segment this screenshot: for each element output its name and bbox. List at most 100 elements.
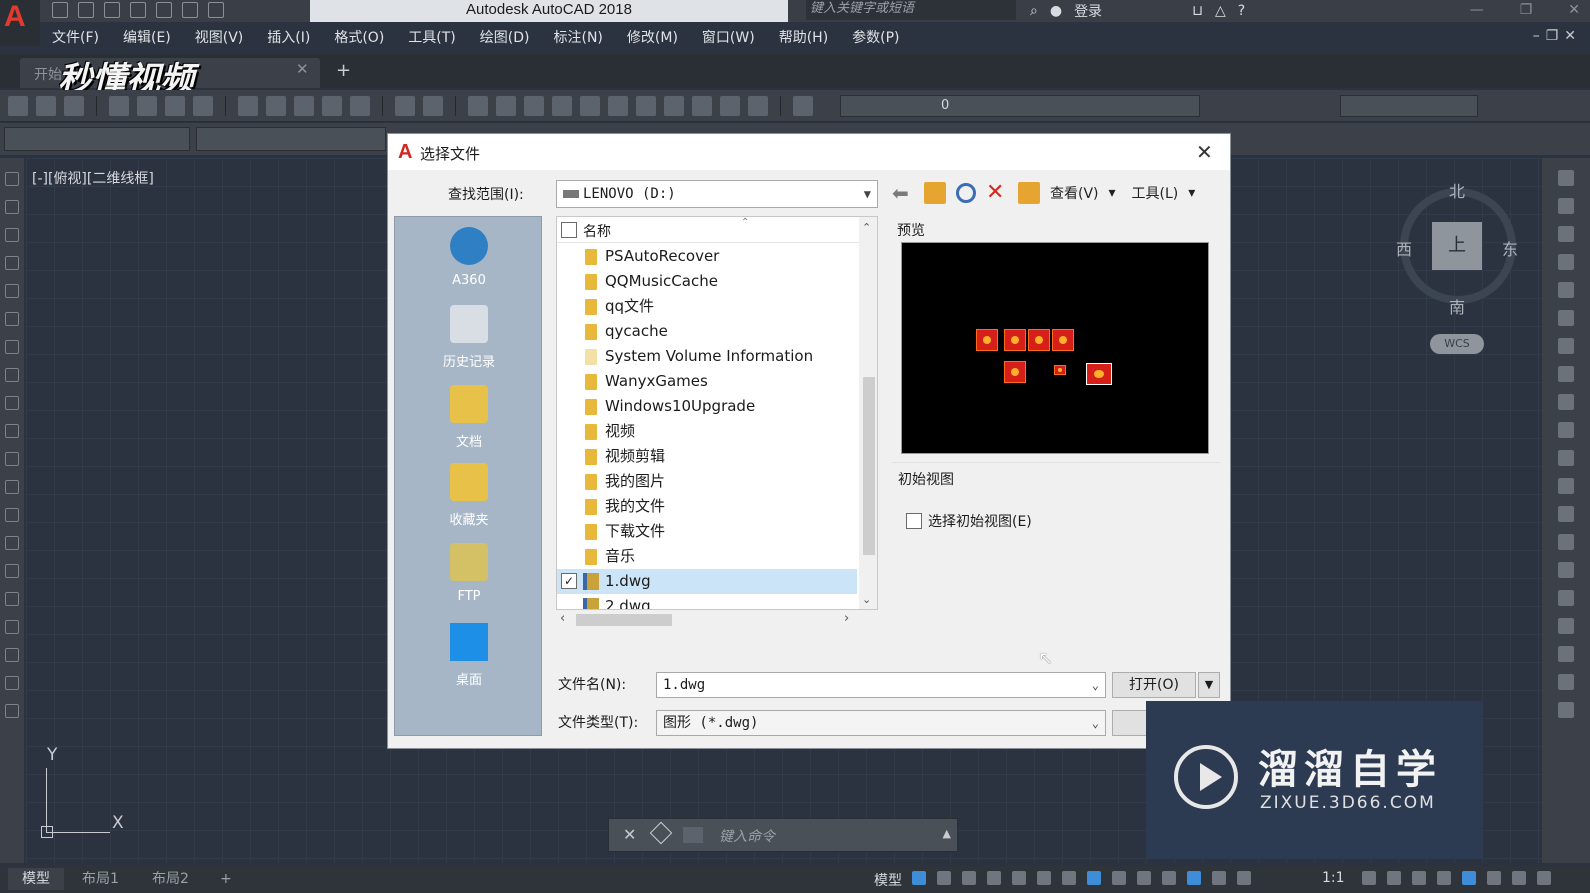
menu-file[interactable]: 文件(F) bbox=[40, 26, 111, 50]
layer-walk-icon[interactable] bbox=[1558, 646, 1574, 662]
ellipse-arc-icon[interactable] bbox=[5, 452, 19, 466]
save-as-icon[interactable] bbox=[130, 2, 146, 18]
cart-icon[interactable]: ⊔ bbox=[1192, 3, 1203, 19]
transparency-icon[interactable] bbox=[1137, 871, 1151, 885]
offset-icon[interactable] bbox=[1558, 254, 1574, 270]
print-icon[interactable] bbox=[156, 2, 172, 18]
app-menu-button[interactable]: A bbox=[0, 0, 40, 46]
ungroup-icon[interactable] bbox=[1558, 702, 1574, 718]
copy-object-icon[interactable] bbox=[1558, 198, 1574, 214]
filename-input[interactable]: 1.dwg ⌄ bbox=[656, 672, 1106, 698]
annotation-monitor-icon[interactable] bbox=[1387, 871, 1401, 885]
help-icon[interactable]: ? bbox=[1238, 3, 1245, 19]
save-icon[interactable] bbox=[104, 2, 120, 18]
grid-icon[interactable] bbox=[912, 871, 926, 885]
scroll-up-icon[interactable]: ⌃ bbox=[862, 221, 871, 234]
recent-commands-icon[interactable] bbox=[683, 827, 703, 843]
point-icon[interactable] bbox=[5, 536, 19, 550]
annotation-scale-icon[interactable] bbox=[1237, 871, 1251, 885]
save-file-icon[interactable] bbox=[64, 96, 84, 116]
minimize-icon[interactable]: — bbox=[1470, 0, 1484, 20]
new-tab-icon[interactable]: + bbox=[336, 60, 351, 81]
compass-west[interactable]: 西 bbox=[1396, 236, 1412, 260]
search-web-icon[interactable] bbox=[956, 183, 976, 203]
tab-model[interactable]: 模型 bbox=[8, 868, 64, 890]
isodraft-icon[interactable] bbox=[1037, 871, 1051, 885]
circle-icon[interactable] bbox=[5, 340, 19, 354]
brush-icon[interactable] bbox=[350, 96, 370, 116]
close-icon[interactable]: ✕ bbox=[623, 825, 636, 844]
visual-style-dropdown[interactable] bbox=[196, 127, 386, 151]
look-in-dropdown[interactable]: LENOVO (D:) ▼ bbox=[556, 180, 878, 208]
help-tool-icon[interactable] bbox=[748, 96, 768, 116]
scale-icon[interactable] bbox=[1558, 366, 1574, 382]
selection-cycling-icon[interactable] bbox=[1162, 871, 1176, 885]
line-icon[interactable] bbox=[5, 172, 19, 186]
zoom-realtime-icon[interactable] bbox=[496, 96, 516, 116]
undo-tool-icon[interactable] bbox=[395, 96, 415, 116]
delete-icon[interactable]: ✕ bbox=[986, 182, 1008, 204]
dialog-close-icon[interactable]: ✕ bbox=[1196, 140, 1213, 164]
markup-icon[interactable] bbox=[692, 96, 712, 116]
extend-icon[interactable] bbox=[1558, 450, 1574, 466]
construction-line-icon[interactable] bbox=[5, 200, 19, 214]
ellipse-icon[interactable] bbox=[5, 424, 19, 438]
annotation-visibility-icon[interactable] bbox=[1187, 871, 1201, 885]
close-icon[interactable]: ✕ bbox=[1568, 0, 1580, 20]
initial-view-checkbox[interactable] bbox=[906, 513, 922, 529]
open-button[interactable]: 打开(O) bbox=[1112, 672, 1196, 698]
menu-insert[interactable]: 插入(I) bbox=[255, 26, 322, 50]
scroll-right-icon[interactable]: › bbox=[844, 611, 849, 626]
select-all-checkbox[interactable] bbox=[561, 222, 577, 238]
document-window-controls[interactable]: –❐✕ bbox=[1533, 28, 1582, 44]
add-layout-icon[interactable]: + bbox=[206, 868, 246, 890]
new-folder-icon[interactable] bbox=[1018, 182, 1040, 204]
polar-icon[interactable] bbox=[1012, 871, 1026, 885]
chevron-down-icon[interactable]: ⌄ bbox=[1092, 673, 1099, 697]
up-folder-icon[interactable] bbox=[924, 182, 946, 204]
tools-chevron-icon[interactable]: ▾ bbox=[1188, 185, 1195, 201]
table-icon[interactable] bbox=[5, 648, 19, 662]
copy-base-icon[interactable] bbox=[322, 96, 342, 116]
pan-icon[interactable] bbox=[468, 96, 488, 116]
workspace-switch-icon[interactable] bbox=[1362, 871, 1376, 885]
plot-preview-icon[interactable] bbox=[137, 96, 157, 116]
menu-modify[interactable]: 修改(M) bbox=[615, 26, 690, 50]
snap-icon[interactable] bbox=[937, 871, 951, 885]
zoom-previous-icon[interactable] bbox=[552, 96, 572, 116]
scroll-left-icon[interactable]: ‹ bbox=[560, 611, 565, 626]
model-space-toggle[interactable]: 模型 bbox=[874, 870, 902, 890]
place-favorites[interactable]: 收藏夹 bbox=[395, 463, 543, 528]
place-a360[interactable]: A360 bbox=[395, 227, 543, 288]
command-input[interactable]: 键入命令 bbox=[719, 826, 775, 846]
maximize-icon[interactable]: ❐ bbox=[1520, 0, 1533, 20]
infer-icon[interactable] bbox=[962, 871, 976, 885]
menu-parametric[interactable]: 参数(P) bbox=[840, 26, 911, 50]
erase-icon[interactable] bbox=[1558, 170, 1574, 186]
object-snap-icon[interactable] bbox=[1087, 871, 1101, 885]
group-icon[interactable] bbox=[1558, 674, 1574, 690]
hatch-icon[interactable] bbox=[5, 564, 19, 578]
viewport-controls-label[interactable]: [-][俯视][二维线框] bbox=[32, 168, 154, 188]
new-icon[interactable] bbox=[52, 2, 68, 18]
menu-view[interactable]: 视图(V) bbox=[183, 26, 256, 50]
gradient-icon[interactable] bbox=[5, 592, 19, 606]
lineweight-icon[interactable] bbox=[1112, 871, 1126, 885]
tab-close-icon[interactable]: ✕ bbox=[296, 60, 309, 78]
auto-scale-icon[interactable] bbox=[1212, 871, 1226, 885]
sheet-set-icon[interactable] bbox=[664, 96, 684, 116]
array-icon[interactable] bbox=[1558, 282, 1574, 298]
place-desktop[interactable]: 桌面 bbox=[395, 623, 543, 688]
trim-icon[interactable] bbox=[1558, 422, 1574, 438]
list-item[interactable]: qycache bbox=[557, 319, 857, 344]
units-icon[interactable] bbox=[1412, 871, 1426, 885]
list-item[interactable]: PSAutoRecover bbox=[557, 244, 857, 269]
views-chevron-icon[interactable]: ▾ bbox=[1109, 185, 1116, 201]
wcs-menu[interactable]: WCS bbox=[1430, 334, 1484, 354]
place-documents[interactable]: 文档 bbox=[395, 385, 543, 450]
tool-palettes-icon[interactable] bbox=[636, 96, 656, 116]
plot-icon[interactable] bbox=[109, 96, 129, 116]
text-style-dropdown[interactable] bbox=[1340, 95, 1478, 117]
calculator-icon[interactable] bbox=[720, 96, 740, 116]
list-item[interactable]: QQMusicCache bbox=[557, 269, 857, 294]
